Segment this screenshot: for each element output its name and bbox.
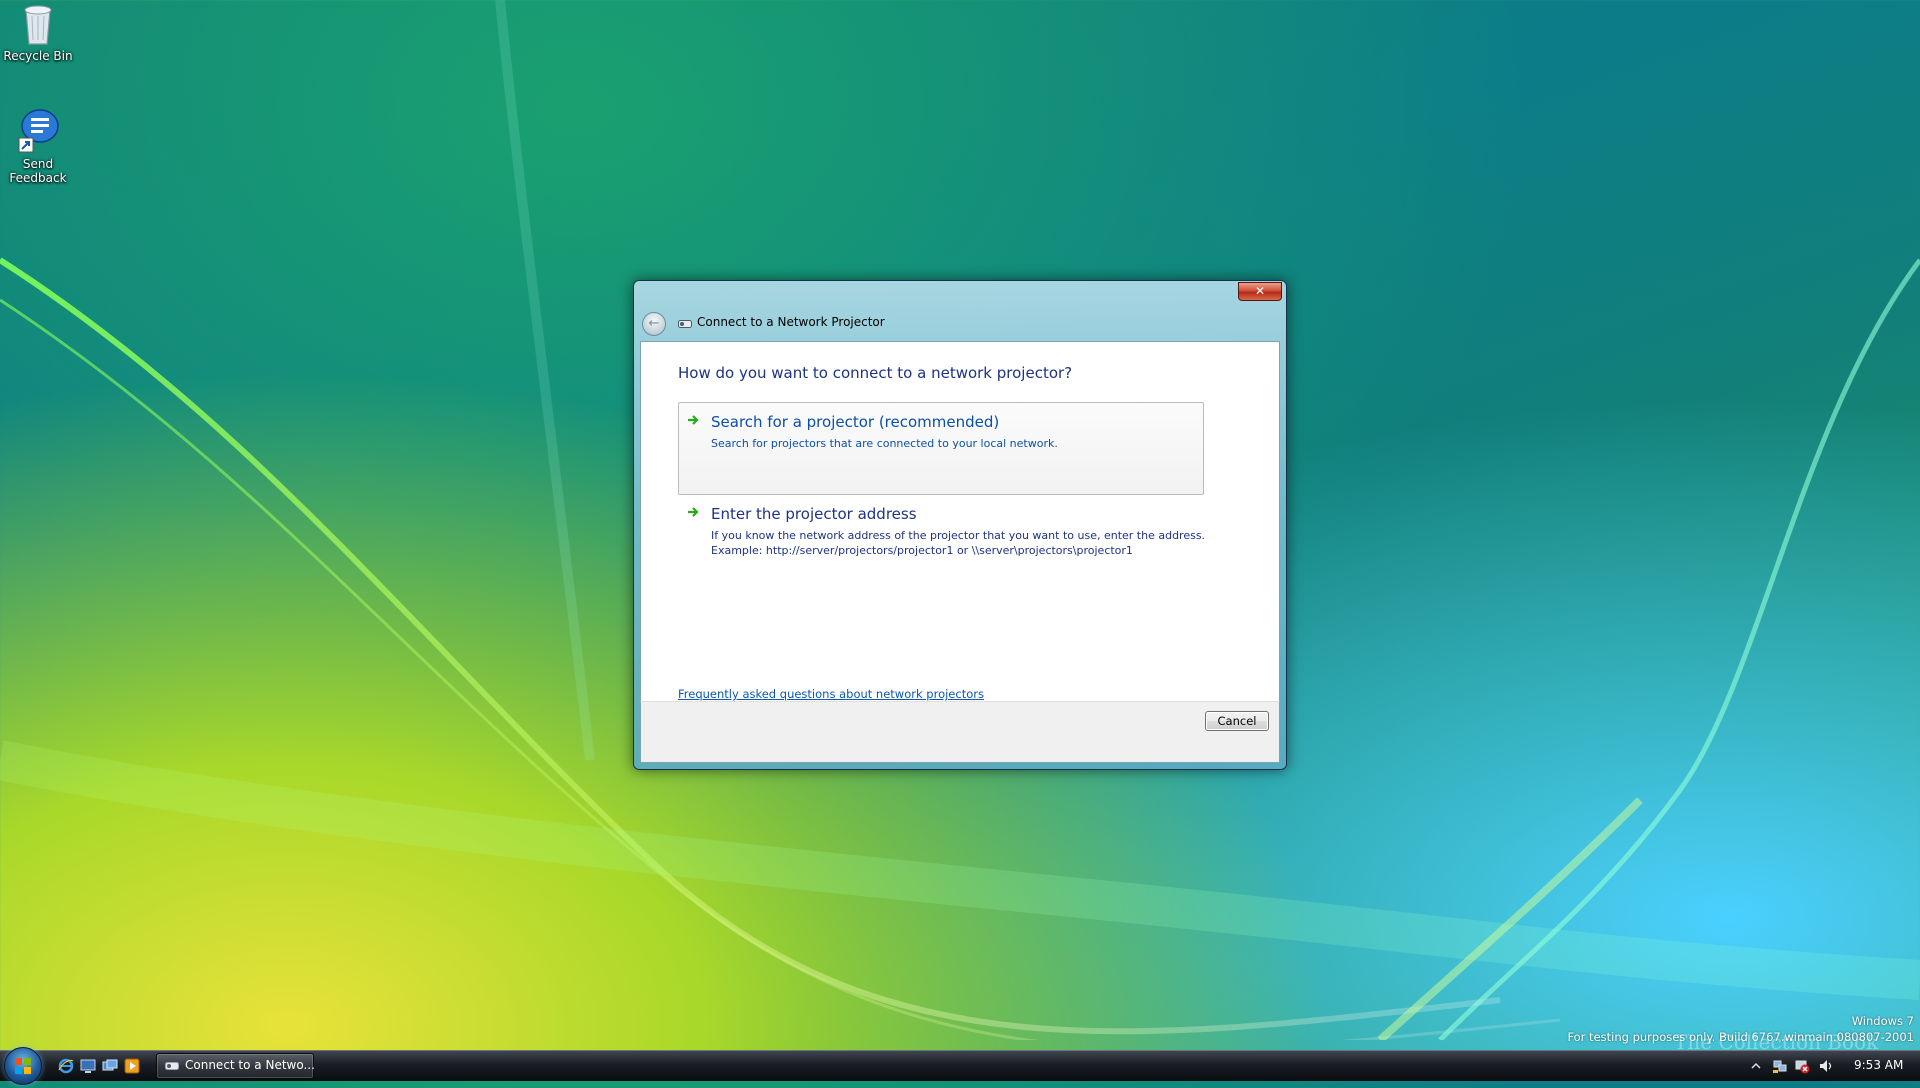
network-icon[interactable] bbox=[1772, 1058, 1788, 1074]
media-player-icon[interactable] bbox=[124, 1058, 140, 1074]
back-button[interactable]: ← bbox=[642, 312, 666, 336]
dialog-content: How do you want to connect to a network … bbox=[640, 341, 1280, 702]
option-description-line: If you know the network address of the p… bbox=[711, 529, 1206, 542]
recycle-bin-icon bbox=[24, 5, 52, 45]
green-arrow-icon bbox=[688, 507, 699, 517]
clock[interactable]: 9:53 AM bbox=[1854, 1058, 1903, 1072]
projector-icon bbox=[165, 1062, 179, 1070]
windows-logo-icon bbox=[15, 1058, 31, 1074]
dialog-footer: Cancel bbox=[640, 701, 1280, 763]
green-arrow-icon bbox=[688, 415, 699, 425]
option-description: Search for projectors that are connected… bbox=[711, 437, 1058, 450]
enter-address-option[interactable]: Enter the projector address If you know … bbox=[678, 494, 1205, 558]
desktop-icon-label: Send Feedback bbox=[9, 157, 67, 185]
volume-icon[interactable] bbox=[1818, 1058, 1834, 1074]
close-button[interactable]: ✕ bbox=[1238, 282, 1282, 301]
dialog-title: Connect to a Network Projector bbox=[697, 315, 885, 329]
taskbar-button-network-projector[interactable]: Connect to a Netwo... bbox=[156, 1053, 315, 1079]
option-description: If you know the network address of the p… bbox=[711, 528, 1205, 558]
option-title: Enter the projector address bbox=[711, 505, 917, 523]
show-hidden-icons-icon[interactable] bbox=[1748, 1058, 1764, 1074]
search-projector-option[interactable]: Search for a projector (recommended) Sea… bbox=[678, 402, 1204, 495]
desktop-icon-label: Recycle Bin bbox=[3, 49, 73, 63]
page-heading: How do you want to connect to a network … bbox=[678, 364, 1073, 382]
desktop-icon-send-feedback[interactable]: Send Feedback bbox=[0, 108, 76, 185]
send-feedback-icon bbox=[18, 109, 59, 153]
back-arrow-icon: ← bbox=[648, 316, 660, 331]
faq-link[interactable]: Frequently asked questions about network… bbox=[678, 687, 984, 701]
start-button[interactable] bbox=[4, 1047, 42, 1085]
taskbar-button-label: Connect to a Netwo... bbox=[185, 1058, 315, 1072]
projector-icon bbox=[678, 320, 692, 328]
internet-explorer-icon[interactable] bbox=[58, 1058, 74, 1074]
watermark-os: Windows 7 bbox=[1851, 1014, 1914, 1028]
cancel-button[interactable]: Cancel bbox=[1205, 711, 1269, 731]
switch-windows-icon[interactable] bbox=[102, 1058, 118, 1074]
option-example-line: Example: http://server/projectors/projec… bbox=[711, 544, 1133, 557]
desktop-icon-recycle-bin[interactable]: Recycle Bin bbox=[0, 2, 76, 63]
option-title: Search for a projector (recommended) bbox=[711, 413, 1000, 431]
close-icon: ✕ bbox=[1254, 284, 1266, 298]
show-desktop-icon[interactable] bbox=[80, 1058, 96, 1074]
security-alert-icon[interactable] bbox=[1794, 1058, 1810, 1074]
network-projector-dialog: ✕ ← Connect to a Network Projector How d… bbox=[633, 280, 1287, 770]
